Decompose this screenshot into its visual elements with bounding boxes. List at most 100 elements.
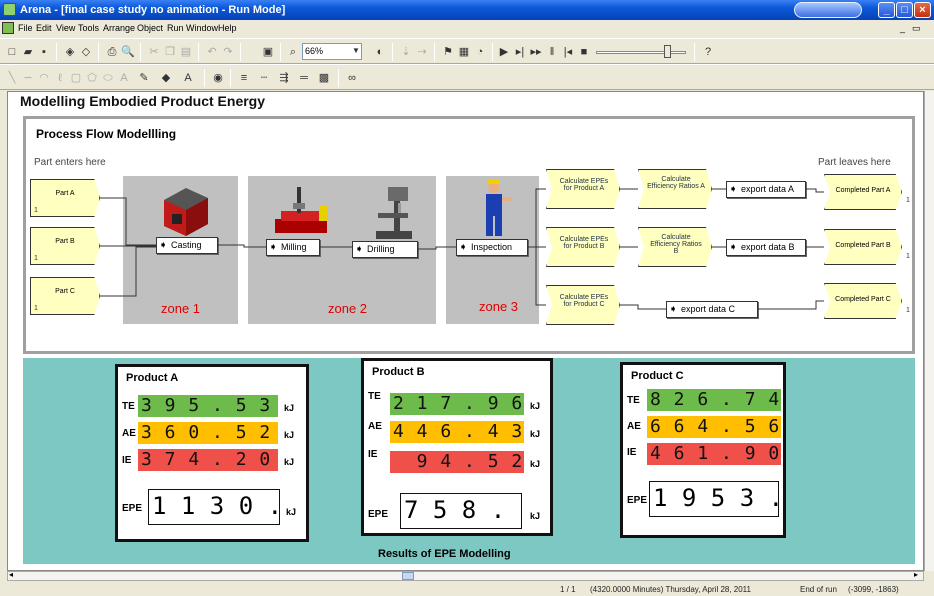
ae-unit: kJ — [284, 430, 295, 440]
scroll-thumb[interactable] — [402, 572, 414, 580]
menu-help[interactable]: Help — [218, 23, 237, 33]
connect-icon[interactable]: ⇣ — [398, 44, 414, 60]
layers-icon[interactable]: ▣ — [260, 44, 276, 60]
zoom-icon[interactable]: ⌕ — [285, 44, 301, 60]
menu-window[interactable]: Window — [186, 23, 218, 33]
product-a-title: Product A — [126, 372, 179, 384]
maximize-button[interactable]: □ — [896, 2, 913, 18]
template-detach-icon[interactable]: ◇ — [78, 44, 94, 60]
start-over-icon[interactable]: |◂ — [560, 44, 576, 60]
epe-unit: kJ — [530, 511, 541, 521]
product-b-ae-value: 4 4 6 . 4 3 — [390, 421, 524, 443]
mdi-restore-icon[interactable]: ▭ — [912, 23, 921, 34]
close-button[interactable]: × — [914, 2, 931, 18]
stop-icon[interactable]: ■ — [576, 44, 592, 60]
menu-tools[interactable]: Tools — [78, 23, 99, 33]
page-title: Modelling Embodied Product Energy — [20, 93, 266, 109]
ie-label: IE — [627, 447, 637, 458]
text-icon[interactable]: A — [116, 70, 132, 86]
menu-view[interactable]: View — [56, 23, 75, 33]
template-attach-icon[interactable]: ◈ — [62, 44, 78, 60]
te-unit: kJ — [530, 401, 541, 411]
fast-forward-icon[interactable]: ▸▸ — [528, 44, 544, 60]
menu-edit[interactable]: Edit — [36, 23, 52, 33]
polyline-icon[interactable]: ∽ — [20, 70, 36, 86]
product-a-te-value: 3 9 5 . 5 3 — [138, 395, 278, 417]
ie-unit: kJ — [530, 459, 541, 469]
save-icon[interactable]: ▪ — [36, 44, 52, 60]
line-width-icon[interactable]: ≡ — [236, 70, 252, 86]
fill-color-icon[interactable]: ◆ — [158, 70, 174, 86]
scroll-left-icon[interactable]: ◂ — [9, 570, 13, 579]
te-label: TE — [368, 391, 381, 402]
line-color-icon[interactable]: ✎ — [136, 70, 152, 86]
product-b-te-value: 2 1 7 . 9 6 — [390, 393, 524, 415]
show-dimensions-icon[interactable]: ∞ — [344, 70, 360, 86]
arena-app-icon — [3, 3, 16, 16]
line-icon[interactable]: ╲ — [4, 70, 20, 86]
station-icon[interactable]: ⇢ — [414, 44, 430, 60]
document-icon[interactable] — [2, 22, 14, 34]
check-model-icon[interactable]: ▦ — [456, 44, 472, 60]
ellipse-icon[interactable]: ⬭ — [100, 70, 116, 86]
mdi-minimize-icon[interactable]: _ — [900, 23, 905, 33]
paste-icon[interactable]: ▤ — [178, 44, 194, 60]
copy-icon[interactable]: ❐ — [162, 44, 178, 60]
status-time: (4320.0000 Minutes) Thursday, April 28, … — [590, 585, 751, 594]
product-b-ie-value: 9 4 . 5 2 — [390, 451, 524, 473]
cut-icon[interactable]: ✂ — [146, 44, 162, 60]
window-title: Arena - [final case study no animation -… — [20, 4, 286, 16]
scroll-right-icon[interactable]: ▸ — [914, 570, 918, 579]
process-flow-panel: Process Flow Modellling Part enters here… — [23, 116, 915, 354]
product-c-ae-value: 6 6 4 . 5 6 — [647, 416, 781, 438]
vertical-scrollbar[interactable] — [924, 91, 934, 571]
menu-run[interactable]: Run — [167, 23, 184, 33]
product-c-title: Product C — [631, 370, 684, 382]
network-status-icon — [794, 2, 862, 18]
ie-unit: kJ — [284, 457, 295, 467]
box-icon[interactable]: ▢ — [68, 70, 84, 86]
ae-unit: kJ — [530, 429, 541, 439]
status-bar: 1 / 1 (4320.0000 Minutes) Thursday, Apri… — [0, 583, 934, 596]
menu-arrange[interactable]: Arrange — [103, 23, 135, 33]
new-icon[interactable]: □ — [4, 44, 20, 60]
model-canvas[interactable]: Modelling Embodied Product Energy Proces… — [7, 91, 924, 571]
line-style-icon[interactable]: ┄ — [256, 70, 272, 86]
go-icon[interactable]: ▶ — [496, 44, 512, 60]
pause-icon[interactable]: ‖ — [544, 44, 560, 60]
open-icon[interactable]: ▰ — [20, 44, 36, 60]
speed-slider-thumb[interactable] — [664, 45, 671, 58]
minimize-button[interactable]: _ — [878, 2, 895, 18]
redo-icon[interactable]: ↷ — [220, 44, 236, 60]
epe-label: EPE — [368, 509, 389, 520]
chevron-down-icon[interactable]: ▼ — [348, 43, 364, 59]
submodel-icon[interactable]: ⚑ — [440, 44, 456, 60]
help-cursor-icon[interactable]: ? — [700, 44, 716, 60]
horizontal-scrollbar[interactable]: ◂ ▸ — [7, 570, 924, 581]
product-a-epe-value: 1 1 3 0 . 2 6 — [148, 489, 280, 525]
print-preview-icon[interactable]: 🔍 — [120, 44, 136, 60]
product-b-title: Product B — [372, 366, 425, 378]
menu-file[interactable]: File — [18, 23, 33, 33]
te-unit: kJ — [284, 403, 295, 413]
text-color-icon[interactable]: A — [180, 70, 196, 86]
line-pattern-icon[interactable]: ═ — [296, 70, 312, 86]
bezier-icon[interactable]: ℓ — [52, 70, 68, 86]
undo-icon[interactable]: ↶ — [204, 44, 220, 60]
product-c-te-value: 8 2 6 . 7 4 — [647, 389, 781, 411]
window-background-icon[interactable]: ◉ — [210, 70, 226, 86]
results-panel: Product A TE 3 9 5 . 5 3 kJ AE 3 6 0 . 5… — [23, 358, 915, 564]
animate-icon[interactable]: ◔ — [472, 44, 488, 60]
arrow-style-icon[interactable]: ⇶ — [276, 70, 292, 86]
product-a-ae-value: 3 6 0 . 5 2 — [138, 422, 278, 444]
te-label: TE — [627, 395, 640, 406]
animation-speed-slider[interactable] — [596, 51, 686, 54]
print-icon[interactable]: ⎙ — [104, 44, 120, 60]
menu-object[interactable]: Object — [137, 23, 163, 33]
polygon-icon[interactable]: ⬠ — [84, 70, 100, 86]
results-title: Results of EPE Modelling — [378, 548, 511, 560]
arc-icon[interactable]: ◠ — [36, 70, 52, 86]
fill-pattern-icon[interactable]: ▩ — [316, 70, 332, 86]
layer-view-icon[interactable]: ◐ — [372, 44, 388, 60]
step-icon[interactable]: ▸| — [512, 44, 528, 60]
